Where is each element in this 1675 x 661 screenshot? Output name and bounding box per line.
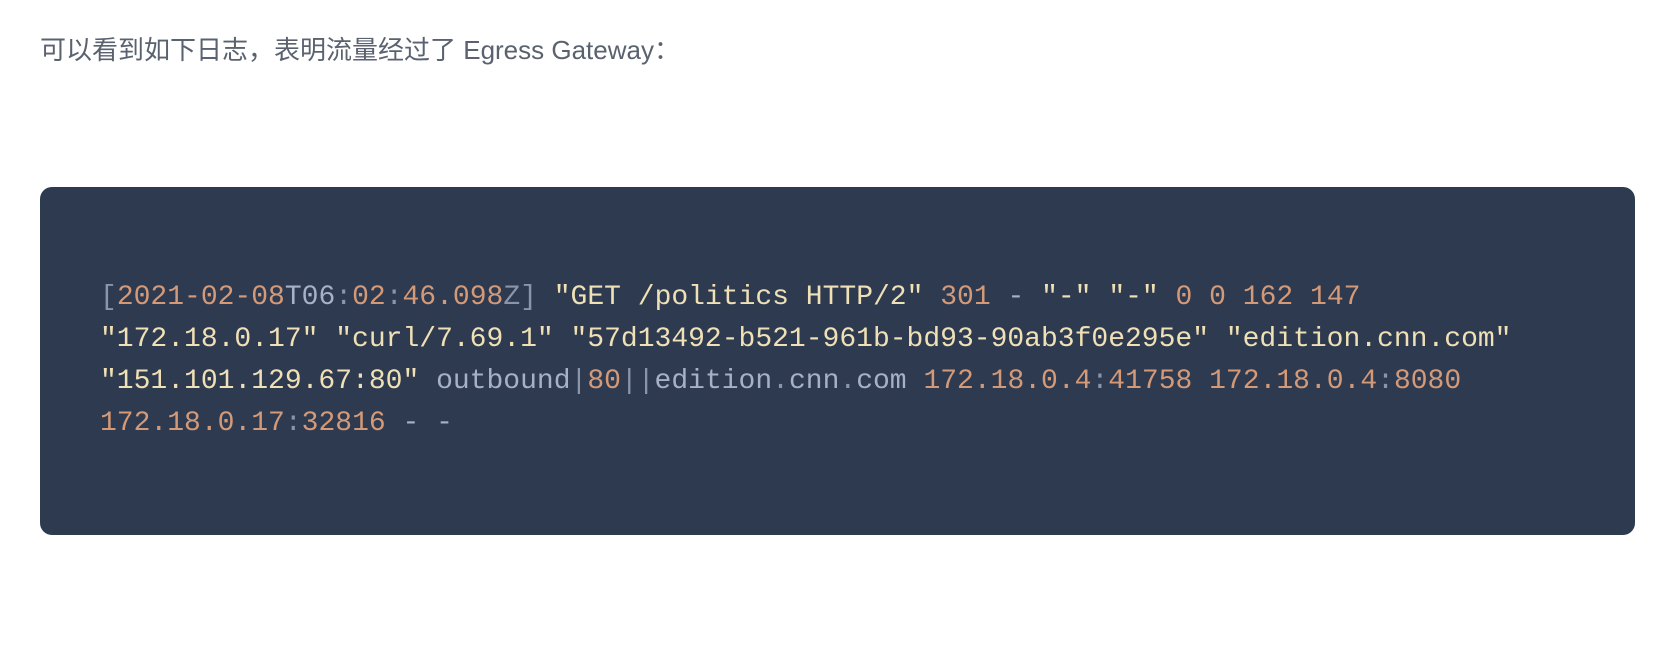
log-colon-b: : bbox=[1377, 366, 1394, 397]
log-n0a: 0 bbox=[1176, 282, 1193, 313]
log-colon-a: : bbox=[1091, 366, 1108, 397]
log-trail: - - bbox=[386, 408, 453, 439]
log-z-close: Z] bbox=[503, 282, 553, 313]
log-ip1: "172.18.0.17" bbox=[100, 324, 318, 355]
log-dot1: . bbox=[772, 366, 789, 397]
intro-text: 可以看到如下日志，表明流量经过了 Egress Gateway： bbox=[40, 30, 1635, 67]
log-dash-group: - bbox=[991, 282, 1041, 313]
sp bbox=[1192, 282, 1209, 313]
log-ip-c: 172.18.0.17 bbox=[100, 408, 285, 439]
log-outbound: outbound bbox=[436, 366, 570, 397]
log-port-b: 8080 bbox=[1394, 366, 1461, 397]
log-edition: edition bbox=[655, 366, 773, 397]
log-port-c: 32816 bbox=[302, 408, 386, 439]
log-port80: 80 bbox=[587, 366, 621, 397]
log-ip-b: 172.18.0.4 bbox=[1209, 366, 1377, 397]
log-t: T06 bbox=[285, 282, 335, 313]
log-cnn: cnn bbox=[789, 366, 839, 397]
log-sec: 46.098 bbox=[403, 282, 504, 313]
log-n147: 147 bbox=[1310, 282, 1360, 313]
log-min: 02 bbox=[352, 282, 386, 313]
sp bbox=[554, 324, 571, 355]
log-pipe2: || bbox=[621, 366, 655, 397]
log-n162: 162 bbox=[1243, 282, 1293, 313]
log-port-a: 41758 bbox=[1108, 366, 1192, 397]
log-com: com bbox=[856, 366, 906, 397]
log-q1: "-" bbox=[1041, 282, 1091, 313]
log-colon-2: : bbox=[386, 282, 403, 313]
log-target: "151.101.129.67:80" bbox=[100, 366, 419, 397]
log-q2: "-" bbox=[1108, 282, 1158, 313]
sp bbox=[318, 324, 335, 355]
log-host: "edition.cnn.com" bbox=[1226, 324, 1512, 355]
log-colon-c: : bbox=[285, 408, 302, 439]
sp bbox=[1092, 282, 1109, 313]
log-ip-a: 172.18.0.4 bbox=[923, 366, 1091, 397]
sp bbox=[1293, 282, 1310, 313]
sp bbox=[1159, 282, 1176, 313]
sp bbox=[419, 366, 436, 397]
log-colon-1: : bbox=[335, 282, 352, 313]
log-date: 2021-02-08 bbox=[117, 282, 285, 313]
sp bbox=[1209, 324, 1226, 355]
sp bbox=[1192, 366, 1209, 397]
log-uuid: "57d13492-b521-961b-bd93-90ab3f0e295e" bbox=[571, 324, 1210, 355]
log-code-block: [2021-02-08T06:02:46.098Z] "GET /politic… bbox=[40, 187, 1635, 535]
log-agent: "curl/7.69.1" bbox=[335, 324, 553, 355]
log-pipe1: | bbox=[571, 366, 588, 397]
log-status: 301 bbox=[940, 282, 990, 313]
sp bbox=[923, 282, 940, 313]
log-n0b: 0 bbox=[1209, 282, 1226, 313]
log-open-bracket: [ bbox=[100, 282, 117, 313]
sp bbox=[907, 366, 924, 397]
log-request: "GET /politics HTTP/2" bbox=[554, 282, 924, 313]
log-dot2: . bbox=[839, 366, 856, 397]
sp bbox=[1226, 282, 1243, 313]
